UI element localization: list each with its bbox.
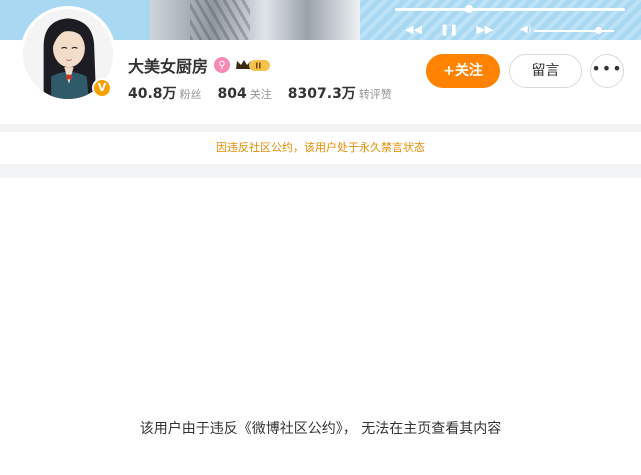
volume-icon[interactable]: ◀) [520, 24, 532, 35]
followers-count: 40.8万 [128, 86, 177, 102]
message-button[interactable]: 留言 [509, 54, 582, 88]
interactions-stat: 8307.3万 转评赞 [288, 83, 392, 103]
following-stat[interactable]: 804 关注 [218, 86, 272, 102]
cover-image [150, 0, 360, 40]
restricted-content-message: 该用户由于违反《微博社区公约》， 无法在主页查看其内容 [139, 421, 502, 437]
ban-notice: 因违反社区公约，该用户处于永久禁言状态 [0, 132, 641, 164]
profile-page: ◀◀ ❚❚ ▶▶ ◀) V 大美女厨房 ⚲ 40.8万 粉丝 804 关注 83… [0, 0, 641, 475]
pause-icon[interactable]: ❚❚ [440, 22, 458, 38]
username[interactable]: 大美女厨房 [128, 53, 208, 77]
playback-progress-knob[interactable] [464, 5, 473, 13]
volume-slider[interactable] [534, 27, 614, 34]
following-count: 804 [217, 86, 247, 102]
follow-button[interactable]: +关注 [426, 54, 500, 88]
content-area: 该用户由于违反《微博社区公约》， 无法在主页查看其内容 [0, 178, 641, 475]
prev-icon[interactable]: ◀◀ [405, 22, 422, 38]
name-row: 大美女厨房 ⚲ [128, 54, 271, 76]
volume-knob[interactable] [595, 27, 602, 34]
vip-crown-icon[interactable] [235, 58, 271, 72]
profile-card: V 大美女厨房 ⚲ 40.8万 粉丝 804 关注 8307.3万 转评赞 +关… [0, 6, 641, 124]
interactions-label: 转评赞 [358, 88, 392, 101]
verified-badge-icon: V [92, 78, 112, 98]
following-label: 关注 [249, 88, 272, 101]
followers-stat[interactable]: 40.8万 粉丝 [128, 83, 202, 103]
next-icon[interactable]: ▶▶ [476, 22, 493, 38]
more-options-button[interactable]: ••• [590, 54, 624, 88]
profile-stats: 40.8万 粉丝 804 关注 8307.3万 转评赞 [128, 83, 408, 103]
followers-label: 粉丝 [179, 88, 202, 101]
interactions-count: 8307.3万 [287, 86, 356, 102]
level-icon[interactable]: ⚲ [214, 57, 231, 73]
player-controls: ◀◀ ❚❚ ▶▶ [405, 22, 511, 38]
playback-progress-bar[interactable] [395, 5, 625, 13]
